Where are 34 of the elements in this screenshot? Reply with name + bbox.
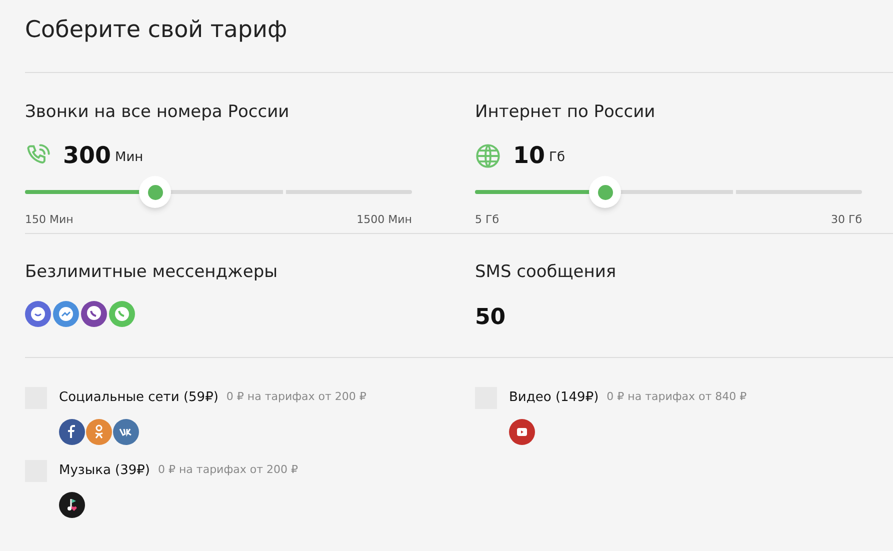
page-title: Соберите свой тариф [25,16,288,45]
facebook-icon [59,418,85,444]
max-label: 30 Гб [831,212,862,228]
addon-name: Музыка (39₽) [59,462,150,480]
min-label: 5 Гб [475,212,499,228]
slider[interactable] [475,176,862,208]
min-label: 150 Мин [25,212,74,228]
vk-icon [113,418,139,444]
odnoklassniki-icon [86,418,112,444]
value-reading: 300 [63,142,112,171]
section-label: SMS сообщения [475,260,618,282]
addon-note: 0 ₽ на тарифах от 200 ₽ [226,389,366,406]
chat-icon [25,300,51,326]
unit-label: Мин [115,149,144,168]
sms-count: 50 [475,304,507,332]
section-label: Безлимитные мессенджеры [25,260,279,282]
slider-label: Звонки на все номера России [25,101,290,123]
youtube-icon [509,418,535,444]
whatsapp-icon [109,300,135,326]
unit-label: Гб [549,149,565,168]
viber-icon [81,300,107,326]
globe-icon [475,143,501,169]
messenger-icon [53,300,79,326]
addon-name: Социальные сети (59₽) [59,388,218,407]
value-reading: 10 [513,142,546,171]
addon-note: 0 ₽ на тарифах от 840 ₽ [606,389,747,406]
slider-thumb[interactable] [139,176,172,208]
music-icon [59,492,85,518]
addon-name: Видео (149₽) [509,388,599,407]
slider[interactable] [25,176,412,208]
addon-note: 0 ₽ на тарифах от 200 ₽ [158,462,298,478]
max-label: 1500 Мин [356,212,412,228]
slider-label: Интернет по России [475,101,656,123]
slider-thumb[interactable] [589,176,622,208]
